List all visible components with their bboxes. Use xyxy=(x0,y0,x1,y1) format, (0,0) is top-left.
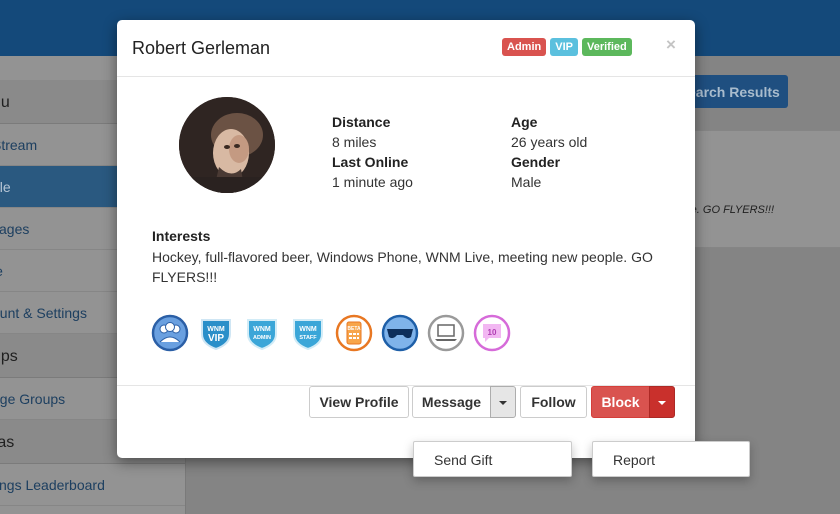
modal-header: Robert Gerleman Admin VIP Verified × xyxy=(117,20,695,77)
sidebar-item-label: ount & Settings xyxy=(0,305,87,321)
result-panel xyxy=(675,130,840,248)
search-results-button[interactable]: earch Results xyxy=(680,75,788,108)
gender-label: Gender xyxy=(511,154,561,170)
badge-group: Admin VIP Verified xyxy=(502,38,632,56)
sidebar-item-label: tings Leaderboard xyxy=(0,477,105,493)
age-value: 26 years old xyxy=(511,134,588,150)
sidebar-item-label: age Groups xyxy=(0,391,66,407)
gender-value: Male xyxy=(511,174,542,190)
last-online-value: 1 minute ago xyxy=(332,174,413,190)
chevron-down-icon xyxy=(658,401,666,406)
shield-text-top: WNM xyxy=(299,326,317,333)
vip-badge: VIP xyxy=(550,38,578,56)
modal-title: Robert Gerleman xyxy=(132,38,271,58)
shield-text-bottom: VIP xyxy=(208,333,224,344)
laptop-icon[interactable] xyxy=(427,314,465,352)
wnm-staff-shield-icon[interactable]: WNM STAFF xyxy=(289,314,327,352)
wnm-vip-shield-icon[interactable]: WNM VIP xyxy=(197,314,235,352)
beta-phone-icon[interactable]: BETA xyxy=(335,314,373,352)
block-dropdown-toggle[interactable] xyxy=(649,386,675,418)
view-profile-button[interactable]: View Profile xyxy=(309,386,409,418)
last-online-label: Last Online xyxy=(332,154,409,170)
sidebar-item-label: le xyxy=(0,250,3,279)
sidebar-item-leaderboard[interactable]: tings Leaderboard xyxy=(0,464,185,506)
shield-text-top: WNM xyxy=(207,326,225,333)
message-dropdown-toggle[interactable] xyxy=(490,386,516,418)
distance-value: 8 miles xyxy=(332,134,377,150)
chevron-down-icon xyxy=(499,401,507,406)
sidebar-item-label: ple xyxy=(0,179,11,195)
sidebar-item-label: Stream xyxy=(0,137,38,153)
interests-value: Hockey, full-flavored beer, Windows Phon… xyxy=(152,249,653,285)
message-button[interactable]: Message xyxy=(412,386,491,418)
ten-messages-icon[interactable]: 10 xyxy=(473,314,511,352)
shield-text-bottom: STAFF xyxy=(299,335,317,341)
wnm-admin-shield-icon[interactable]: WNM ADMIN xyxy=(243,314,281,352)
sidebar-heading-label: nu xyxy=(0,94,10,111)
sidebar-heading-label: ups xyxy=(0,348,18,365)
shield-text-bottom: ADMIN xyxy=(253,335,271,341)
ten-text: 10 xyxy=(488,328,497,337)
interests-label: Interests xyxy=(152,228,211,244)
shield-text-top: WNM xyxy=(253,326,271,333)
distance-label: Distance xyxy=(332,114,391,130)
close-icon[interactable]: × xyxy=(666,35,676,55)
sidebar-heading-label: ras xyxy=(0,434,15,451)
sidebar-item-label: sages xyxy=(0,221,30,237)
age-label: Age xyxy=(511,114,538,130)
block-button[interactable]: Block xyxy=(591,386,650,418)
beta-text: BETA xyxy=(347,326,361,332)
admin-badge: Admin xyxy=(502,38,547,56)
follow-button[interactable]: Follow xyxy=(520,386,587,418)
send-gift-item[interactable]: Send Gift xyxy=(414,442,571,477)
group-icon[interactable] xyxy=(151,314,189,352)
message-dropdown-menu: Send Gift xyxy=(413,441,572,477)
sunglasses-icon[interactable] xyxy=(381,314,419,352)
avatar-photo xyxy=(179,97,275,193)
report-item[interactable]: Report xyxy=(593,442,749,477)
avatar xyxy=(179,97,275,193)
block-dropdown-menu: Report xyxy=(592,441,750,477)
verified-badge: Verified xyxy=(581,38,632,56)
